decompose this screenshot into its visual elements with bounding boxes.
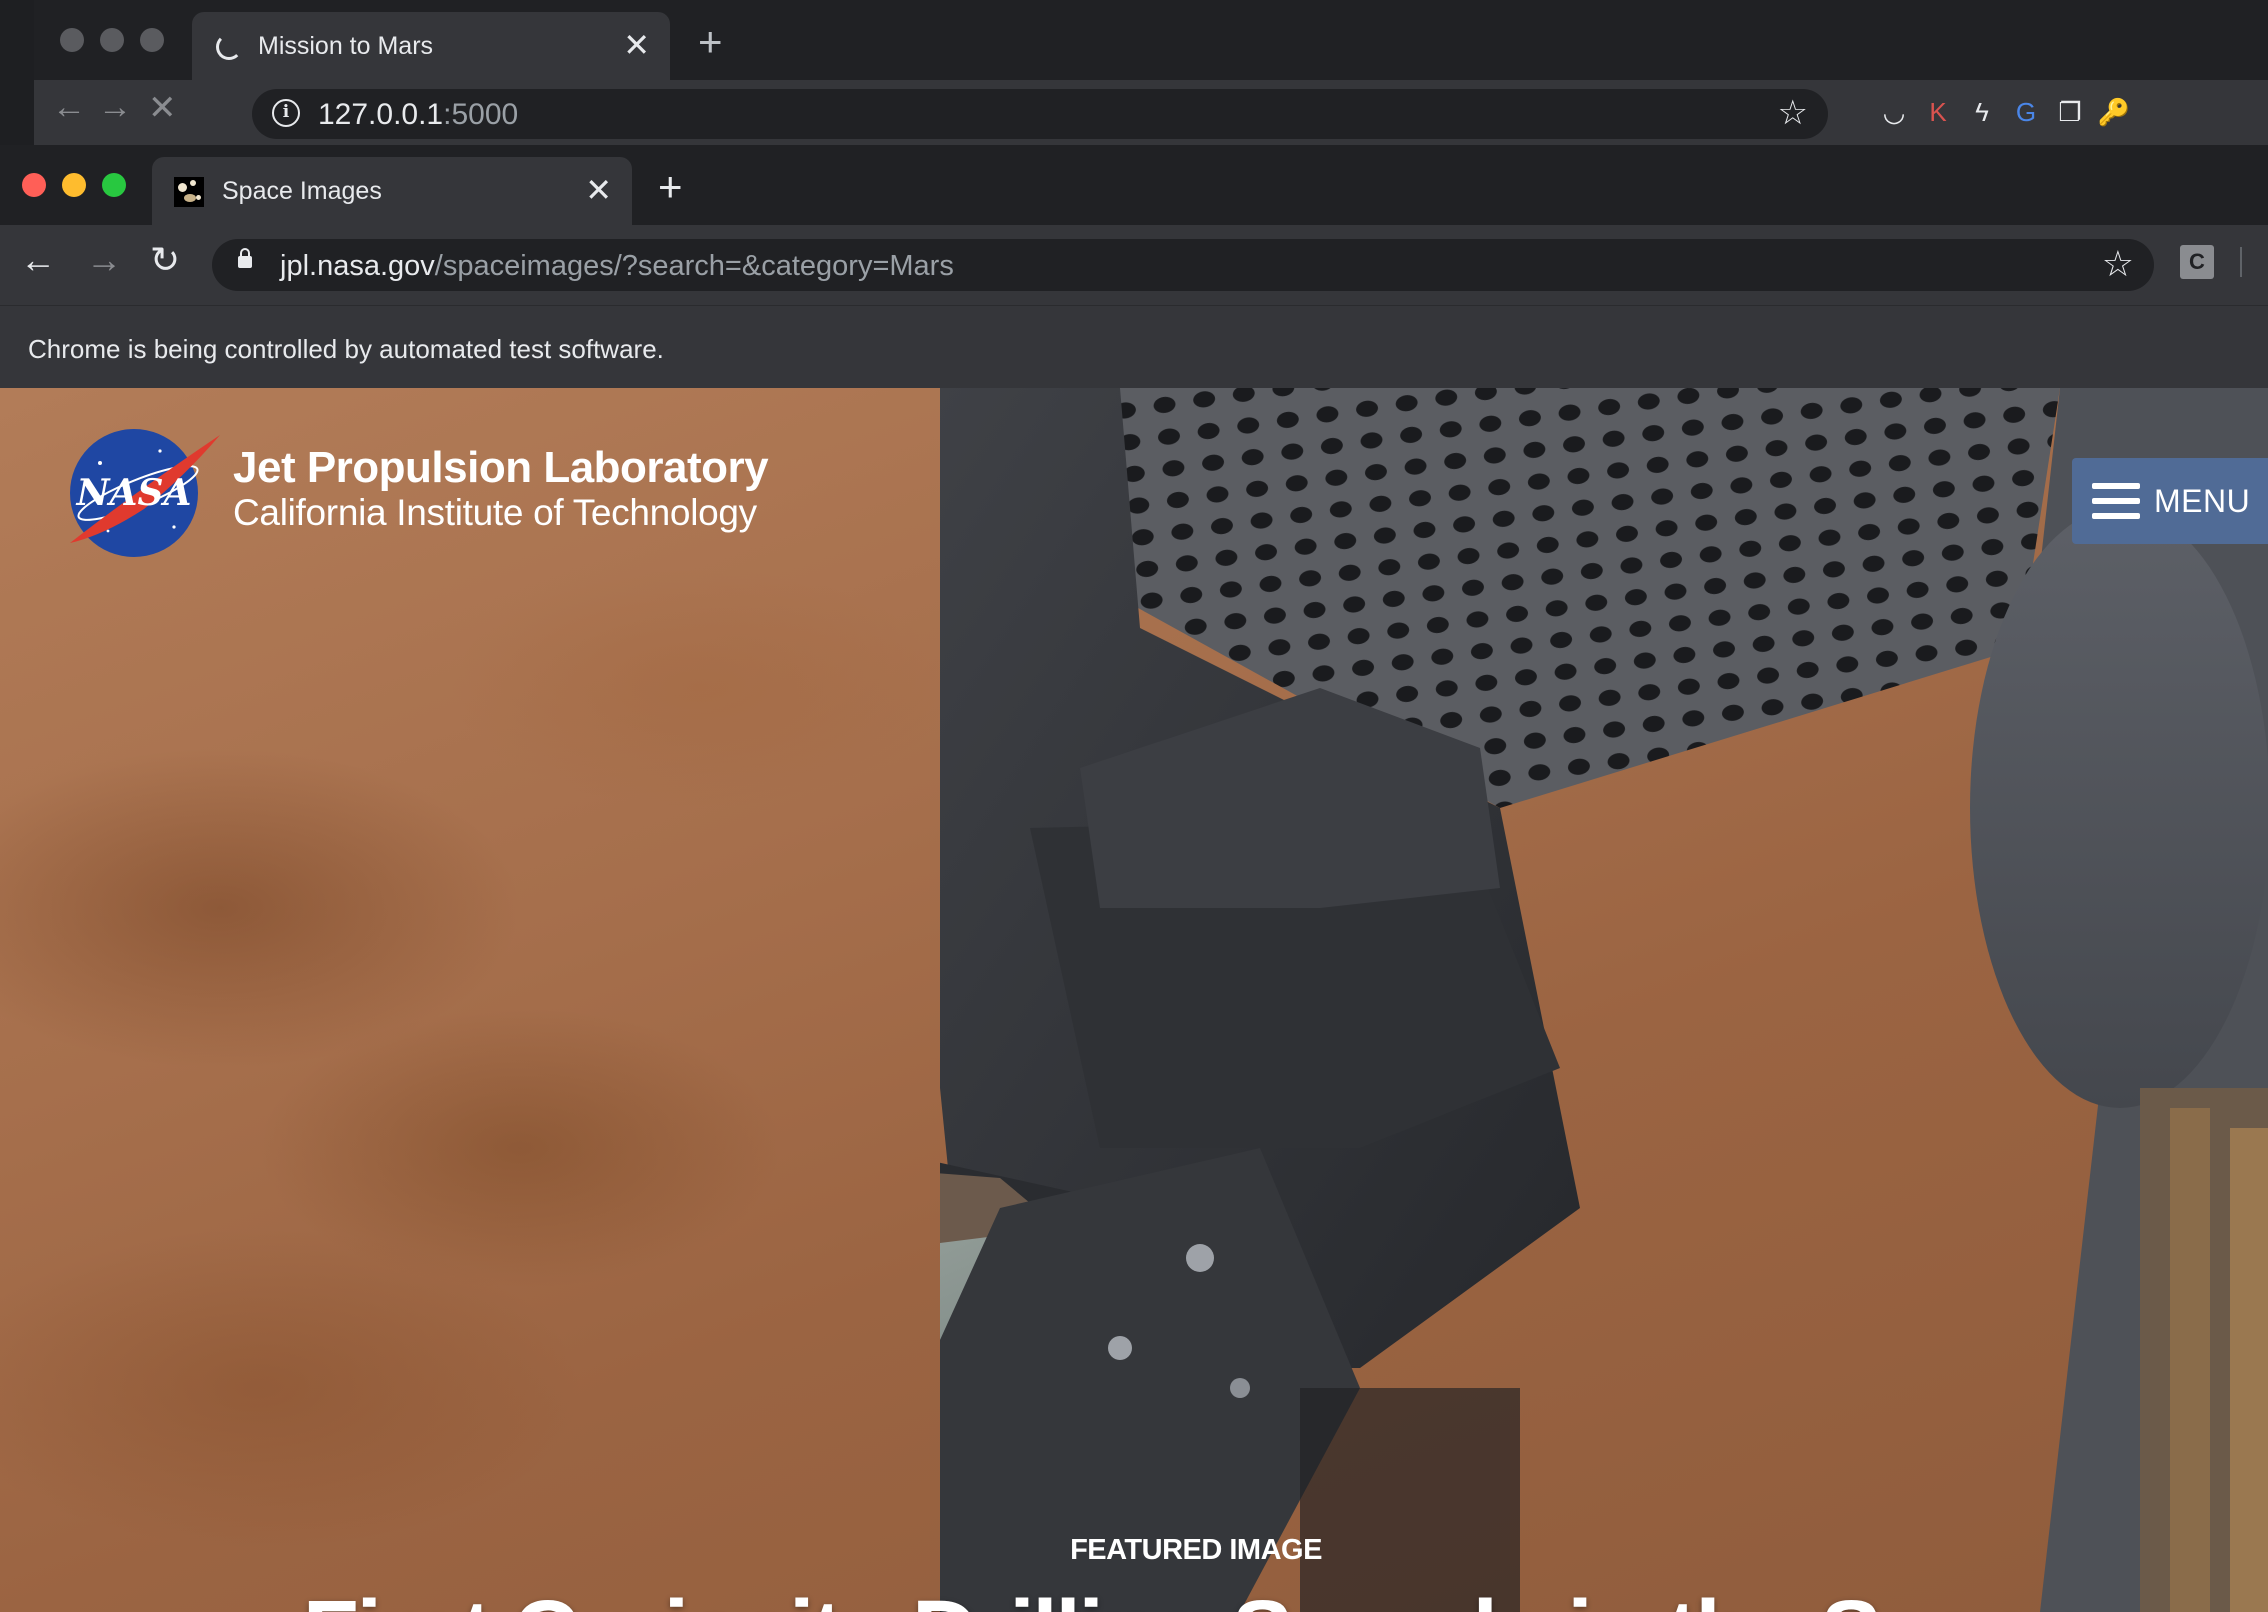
copy-extension-icon[interactable]: ❐ [2052,94,2088,130]
back-arrow-icon[interactable]: ← [20,239,56,281]
tab-title: Space Images [222,177,382,205]
back-minimize-window-button[interactable] [100,28,124,52]
close-tab-icon[interactable]: ✕ [623,26,650,64]
bookmark-star-icon[interactable]: ☆ [1778,93,1808,133]
front-browser-window: Space Images ✕ + ← → ↻ jpl.nasa.gov/spac… [0,145,2268,1612]
zoom-window-button[interactable] [102,173,126,197]
address-bar[interactable]: jpl.nasa.gov/spaceimages/?search=&catego… [212,239,2154,291]
k-extension-icon[interactable]: K [1920,94,1956,130]
front-toolbar: ← → ↻ jpl.nasa.gov/spaceimages/?search=&… [0,225,2268,305]
menu-button[interactable]: MENU [2072,458,2268,544]
jpl-hero-banner: NASA Jet Propulsion Laboratory Californi… [0,388,2268,1612]
menu-label: MENU [2154,483,2251,519]
back-tab-strip: Mission to Mars ✕ + [34,0,2268,80]
nasa-logo-icon[interactable]: NASA [64,423,228,563]
close-window-button[interactable] [22,173,46,197]
google-translate-icon[interactable]: G [2008,94,2044,130]
forward-arrow-icon[interactable]: → [86,239,122,281]
url-port: :5000 [443,98,519,131]
close-tab-icon[interactable]: ✕ [585,171,612,209]
back-zoom-window-button[interactable] [140,28,164,52]
url-path: /spaceimages/?search=&category=Mars [434,250,954,282]
front-window-controls [22,173,126,197]
back-browser-window: Mission to Mars ✕ + ← → ✕ i 127.0.0.1:50… [34,0,2268,145]
secure-lock-icon[interactable] [238,248,252,268]
tab-title: Mission to Mars [258,32,434,60]
tab-space-images[interactable]: Space Images ✕ [152,157,632,225]
url-text: jpl.nasa.gov/spaceimages/?search=&catego… [280,250,954,283]
automation-message: Chrome is being controlled by automated … [28,334,664,364]
forward-arrow-icon[interactable]: → [98,88,132,127]
minimize-window-button[interactable] [62,173,86,197]
back-toolbar: ← → ✕ i 127.0.0.1:5000 ☆ ◡ Kϟ G ❐ 🔑 [34,80,2268,145]
c-extension-icon[interactable]: C [2180,245,2214,279]
jpl-favicon-icon [174,177,204,207]
url-host: 127.0.0.1 [318,98,444,131]
url-host: jpl.nasa.gov [280,250,435,282]
featured-image-label: FEATURED IMAGE [1070,1534,1322,1566]
bookmark-star-icon[interactable]: ☆ [2102,243,2134,285]
url-text: 127.0.0.1:5000 [318,98,518,132]
back-close-window-button[interactable] [60,28,84,52]
featured-image-title[interactable]: First Curiosity Drilling Sample in the S… [0,1581,2268,1612]
stop-loading-icon[interactable]: ✕ [148,88,177,128]
lightning-extension-icon[interactable]: ϟ [1964,94,2000,130]
featured-image-rover-scoop [940,388,2268,1612]
new-tab-button[interactable]: + [658,163,683,211]
loading-spinner-icon [216,34,242,60]
reload-icon[interactable]: ↻ [150,239,180,281]
address-bar[interactable]: i 127.0.0.1:5000 ☆ [252,89,1828,139]
key-extension-icon[interactable]: 🔑 [2096,94,2132,130]
tab-mission-to-mars[interactable]: Mission to Mars ✕ [192,12,670,80]
site-info-icon[interactable]: i [272,99,300,127]
automation-infobar: Chrome is being controlled by automated … [0,305,2268,388]
nasa-logo-text: NASA [76,472,192,514]
back-arrow-icon[interactable]: ← [52,88,86,127]
back-window-controls [60,28,164,52]
hamburger-icon [2092,483,2140,519]
jpl-header-subtitle[interactable]: California Institute of Technology [233,492,757,534]
pocket-icon[interactable]: ◡ [1876,94,1912,130]
jpl-header-title[interactable]: Jet Propulsion Laboratory [233,443,769,493]
front-tab-strip: Space Images ✕ + [0,145,2268,225]
toolbar-divider [2240,247,2242,277]
new-tab-button[interactable]: + [698,18,723,66]
